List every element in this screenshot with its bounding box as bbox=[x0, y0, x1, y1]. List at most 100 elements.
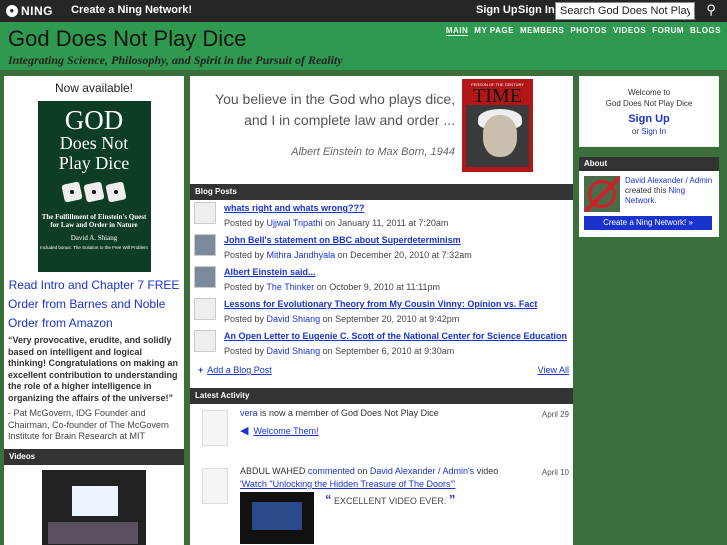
blog-post-title[interactable]: Lessons for Evolutionary Theory from My … bbox=[224, 299, 537, 309]
admin-link[interactable]: David Alexander / Admin bbox=[625, 176, 712, 185]
blog-post-meta: Posted by The Thinker on October 9, 2010… bbox=[224, 282, 440, 292]
site-header: God Does Not Play Dice Integrating Scien… bbox=[0, 22, 727, 70]
blog-post: An Open Letter to Eugenie C. Scott of th… bbox=[190, 328, 573, 360]
avatar[interactable] bbox=[194, 266, 216, 288]
blog-post-meta: Posted by Mithra Jandhyala on December 2… bbox=[224, 250, 472, 260]
activity-comment: “ EXCELLENT VIDEO EVER. ” bbox=[325, 492, 456, 507]
activity-user-link[interactable]: vera bbox=[240, 408, 258, 418]
blog-post: Albert Einstein said... Posted by The Th… bbox=[190, 264, 573, 296]
video-owner-link[interactable]: David Alexander / Admin's bbox=[370, 466, 474, 476]
create-network-button[interactable]: Create a Ning Network! » bbox=[584, 216, 712, 230]
left-column: Now available! GOD Does Not Play Dice Th… bbox=[4, 76, 184, 545]
nav-videos[interactable]: VIDEOS bbox=[613, 26, 646, 36]
avatar[interactable] bbox=[194, 330, 216, 352]
create-network-link[interactable]: Create a Ning Network! bbox=[71, 4, 192, 16]
post-author-link[interactable]: David Shiang bbox=[267, 346, 321, 356]
banner-citation: Albert Einstein to Max Born, 1944 bbox=[291, 146, 455, 158]
welcome-box: Welcome to God Does Not Play Dice Sign U… bbox=[579, 76, 719, 147]
endorsement-author: - Pat McGovern, IDG Founder and Chairman… bbox=[8, 408, 169, 441]
ning-logo-icon: ● bbox=[6, 5, 18, 17]
book-links: Read Intro and Chapter 7 FREE Order from… bbox=[4, 278, 184, 330]
add-blog-post-link[interactable]: + Add a Blog Post bbox=[198, 365, 272, 375]
signin-link[interactable]: Sign In bbox=[641, 127, 666, 136]
video-thumbnail[interactable] bbox=[42, 469, 146, 545]
blog-actions: + Add a Blog Post View All bbox=[190, 362, 573, 382]
activity-video-thumbnail[interactable] bbox=[240, 492, 314, 544]
avatar[interactable] bbox=[194, 298, 216, 320]
post-author-link[interactable]: Ujjwal Tripathi bbox=[267, 218, 323, 228]
book-cover[interactable]: GOD Does Not Play Dice The Fulfillment o… bbox=[37, 101, 151, 272]
site-title[interactable]: God Does Not Play Dice bbox=[8, 26, 246, 52]
book-bonus-note: Included bonus: The Solution to the Free… bbox=[40, 245, 148, 250]
activity-text: ABDUL WAHED commented on David Alexander… bbox=[240, 466, 499, 476]
activity-text: vera is now a member of God Does Not Pla… bbox=[240, 408, 439, 418]
activity-item: vera is now a member of God Does Not Pla… bbox=[190, 404, 573, 462]
signup-button[interactable]: Sign Up bbox=[580, 113, 718, 125]
amazon-link[interactable]: Order from Amazon bbox=[8, 316, 180, 330]
center-column: You believe in the God who plays dice, a… bbox=[190, 76, 573, 545]
avatar[interactable] bbox=[202, 410, 228, 446]
dice-icon bbox=[38, 181, 151, 203]
activity-user-link[interactable]: ABDUL WAHED bbox=[240, 466, 305, 476]
open-quote-icon: “ bbox=[325, 492, 332, 507]
main-nav: MAIN MY PAGE MEMBERS PHOTOS VIDEOS FORUM… bbox=[445, 26, 721, 36]
about-heading: About bbox=[579, 157, 719, 171]
view-all-link[interactable]: View All bbox=[538, 365, 569, 375]
search-input[interactable] bbox=[555, 2, 695, 20]
avatar[interactable] bbox=[194, 202, 216, 224]
nav-members[interactable]: MEMBERS bbox=[520, 26, 564, 36]
blog-post-title[interactable]: John Bell's statement on BBC about Super… bbox=[224, 235, 461, 245]
avatar[interactable] bbox=[194, 234, 216, 256]
blog-post-title[interactable]: Albert Einstein said... bbox=[224, 267, 316, 277]
endorsement-quote: “Very provocative, erudite, and solidly … bbox=[8, 335, 178, 403]
top-signup-link[interactable]: Sign Up bbox=[476, 4, 518, 16]
banner-quote-line-2: and I in complete law and order ... bbox=[244, 112, 455, 128]
nav-my-page[interactable]: MY PAGE bbox=[474, 26, 514, 36]
right-column: Welcome to God Does Not Play Dice Sign U… bbox=[579, 76, 719, 545]
nav-forum[interactable]: FORUM bbox=[652, 26, 684, 36]
post-author-link[interactable]: David Shiang bbox=[267, 314, 321, 324]
blog-post: whats right and whats wrong??? Posted by… bbox=[190, 200, 573, 232]
nav-photos[interactable]: PHOTOS bbox=[570, 26, 607, 36]
time-magazine-cover: PERSON OF THE CENTURY TIME bbox=[462, 79, 533, 172]
videos-heading: Videos bbox=[4, 448, 184, 465]
activity-date: April 29 bbox=[541, 410, 569, 419]
post-author-link[interactable]: The Thinker bbox=[266, 282, 314, 292]
ning-logo[interactable]: ● NING bbox=[6, 3, 53, 19]
close-quote-icon: ” bbox=[448, 492, 456, 507]
book-author: David A. Shiang bbox=[70, 234, 118, 242]
now-available-label: Now available! bbox=[54, 81, 134, 95]
about-text: David Alexander / Admin created this Nin… bbox=[625, 176, 713, 205]
blog-post: John Bell's statement on BBC about Super… bbox=[190, 232, 573, 264]
book-title-1: GOD bbox=[64, 105, 124, 135]
barnes-noble-link[interactable]: Order from Barnes and Noble bbox=[8, 297, 180, 311]
activity-item: ABDUL WAHED commented on David Alexander… bbox=[190, 462, 573, 545]
welcome-them-link[interactable]: ◀ Welcome Them! bbox=[240, 424, 319, 437]
avatar[interactable] bbox=[202, 468, 228, 504]
book-subtitle: The Fulfillment of Einstein's Quest for … bbox=[41, 213, 147, 229]
nav-main[interactable]: MAIN bbox=[445, 26, 469, 36]
commented-link[interactable]: commented bbox=[308, 466, 355, 476]
book-title-2: Does Not bbox=[59, 133, 129, 153]
blog-post-title[interactable]: whats right and whats wrong??? bbox=[224, 203, 365, 213]
no-dice-icon[interactable] bbox=[584, 176, 620, 212]
ning-bar: ● NING Create a Ning Network! Sign Up Sig… bbox=[0, 0, 727, 22]
blog-post: Lessons for Evolutionary Theory from My … bbox=[190, 296, 573, 328]
megaphone-icon: ◀ bbox=[240, 425, 249, 437]
signin-row: or Sign In bbox=[631, 127, 667, 136]
welcome-network-name: God Does Not Play Dice bbox=[605, 99, 693, 108]
blog-post-meta: Posted by Ujjwal Tripathi on January 11,… bbox=[224, 218, 449, 228]
blog-post-meta: Posted by David Shiang on September 20, … bbox=[224, 314, 460, 324]
blog-posts-heading: Blog Posts bbox=[190, 184, 573, 200]
banner-quote-line-1: You believe in the God who plays dice, bbox=[215, 91, 455, 107]
top-signin-link[interactable]: Sign In bbox=[518, 4, 555, 16]
search-icon[interactable]: ⚲ bbox=[700, 2, 722, 20]
video-title-link[interactable]: 'Watch "Unlocking the Hidden Treasure of… bbox=[240, 479, 455, 489]
read-intro-link[interactable]: Read Intro and Chapter 7 FREE bbox=[8, 278, 180, 292]
blog-post-title[interactable]: An Open Letter to Eugenie C. Scott of th… bbox=[224, 331, 567, 341]
blog-post-meta: Posted by David Shiang on September 6, 2… bbox=[224, 346, 455, 356]
einstein-banner: You believe in the God who plays dice, a… bbox=[190, 76, 573, 178]
nav-blogs[interactable]: BLOGS bbox=[690, 26, 721, 36]
post-author-link[interactable]: Mithra Jandhyala bbox=[267, 250, 336, 260]
about-box: David Alexander / Admin created this Nin… bbox=[579, 171, 719, 237]
